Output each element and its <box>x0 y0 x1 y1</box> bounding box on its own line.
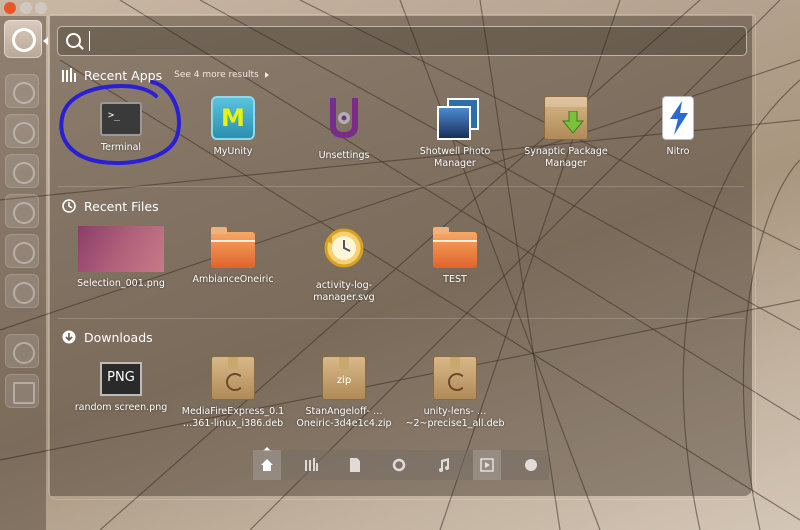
app-tile-synaptic[interactable]: Synaptic Package Manager <box>511 96 621 170</box>
clock-icon <box>62 199 76 213</box>
download-label: StanAngeloff- …Oneiric-3d4e1c4.zip <box>296 406 392 429</box>
deb-icon <box>211 356 255 400</box>
ubuntu-one-lens-button[interactable] <box>385 450 413 480</box>
active-arrow-icon <box>43 37 48 45</box>
text-cursor <box>89 31 90 51</box>
social-lens-icon <box>525 459 537 471</box>
file-tile[interactable]: activity-log-manager.svg <box>289 226 399 304</box>
file-label: activity-log-manager.svg <box>313 280 375 303</box>
activity-log-icon <box>324 228 364 268</box>
window-maximize-button[interactable] <box>35 2 47 14</box>
expand-arrow-icon <box>264 72 269 78</box>
app-label: Nitro <box>666 146 690 157</box>
window-close-button[interactable] <box>4 2 16 14</box>
app-label: Synaptic Package Manager <box>524 146 608 169</box>
unsettings-icon <box>330 98 358 138</box>
home-lens-icon <box>261 459 273 471</box>
deb-icon <box>433 356 477 400</box>
app-tile-unsettings[interactable]: Unsettings <box>289 96 399 162</box>
myunity-icon: M <box>211 96 255 140</box>
launcher-app-icon[interactable] <box>5 74 39 108</box>
shotwell-icon <box>433 96 479 140</box>
launcher-app-icon[interactable] <box>5 334 39 368</box>
music-lens-button[interactable] <box>429 450 457 480</box>
file-tile[interactable]: TEST <box>400 226 510 286</box>
files-lens-icon <box>350 458 360 472</box>
section-divider <box>58 318 744 319</box>
files-lens-button[interactable] <box>341 450 369 480</box>
launcher-app-icon[interactable] <box>5 194 39 228</box>
file-label: Selection_001.png <box>77 278 165 289</box>
download-tile[interactable]: unity-lens- …~2~precise1_all.deb <box>400 356 510 430</box>
ubuntu-one-lens-icon <box>392 458 406 472</box>
applications-lens-button[interactable] <box>297 450 325 480</box>
app-label: Unsettings <box>318 150 370 161</box>
lens-bar <box>253 450 549 480</box>
folder-icon <box>433 227 477 268</box>
recent-files-title: Recent Files <box>84 198 159 214</box>
file-tile[interactable]: AmbianceOneiric <box>178 226 288 286</box>
music-lens-icon <box>439 458 449 472</box>
launcher-app-icon[interactable] <box>5 274 39 308</box>
home-lens-button[interactable] <box>253 450 281 480</box>
downloads-header[interactable]: Downloads <box>62 328 153 346</box>
app-tile-nitro[interactable]: Nitro <box>623 96 733 158</box>
launcher-app-icon[interactable] <box>5 154 39 188</box>
synaptic-icon <box>544 96 588 140</box>
recent-files-header[interactable]: Recent Files <box>62 197 159 215</box>
search-input[interactable] <box>92 31 736 53</box>
annotation-circle <box>59 80 181 165</box>
launcher-app-icon[interactable] <box>5 114 39 148</box>
app-tile-myunity[interactable]: M MyUnity <box>178 96 288 158</box>
download-label: MediaFireExpress_0.1 …361-linux_i386.deb <box>181 406 285 429</box>
applications-lens-icon <box>305 458 318 471</box>
download-label: unity-lens- …~2~precise1_all.deb <box>405 406 505 429</box>
file-tile[interactable]: Selection_001.png <box>66 226 176 290</box>
file-label: AmbianceOneiric <box>192 274 274 285</box>
file-label: TEST <box>443 274 467 285</box>
search-bar[interactable] <box>57 26 747 56</box>
app-label: Shotwell Photo Manager <box>419 146 491 169</box>
download-tile[interactable]: PNG random screen.png <box>66 356 176 414</box>
ubuntu-logo-icon <box>12 28 36 52</box>
app-label: MyUnity <box>213 146 253 157</box>
launcher <box>0 16 46 530</box>
social-lens-button[interactable] <box>517 450 545 480</box>
app-tile-shotwell[interactable]: Shotwell Photo Manager <box>400 96 510 170</box>
workspace-switcher-icon[interactable] <box>5 374 39 408</box>
section-divider <box>58 186 744 187</box>
zip-icon: zip <box>322 356 366 400</box>
video-lens-icon <box>480 458 494 472</box>
download-icon <box>62 330 76 344</box>
window-minimize-button[interactable] <box>20 2 32 14</box>
download-tile[interactable]: MediaFireExpress_0.1 …361-linux_i386.deb <box>178 356 288 430</box>
search-icon <box>66 33 81 48</box>
image-thumbnail <box>78 226 164 272</box>
video-lens-button[interactable] <box>473 450 501 480</box>
png-icon: PNG <box>100 362 142 396</box>
folder-icon <box>211 227 255 268</box>
nitro-icon <box>662 96 694 140</box>
dash-home-button[interactable] <box>4 20 42 58</box>
launcher-app-icon[interactable] <box>5 234 39 268</box>
download-label: random screen.png <box>74 402 168 413</box>
download-tile[interactable]: zip StanAngeloff- …Oneiric-3d4e1c4.zip <box>289 356 399 430</box>
downloads-title: Downloads <box>84 329 153 345</box>
